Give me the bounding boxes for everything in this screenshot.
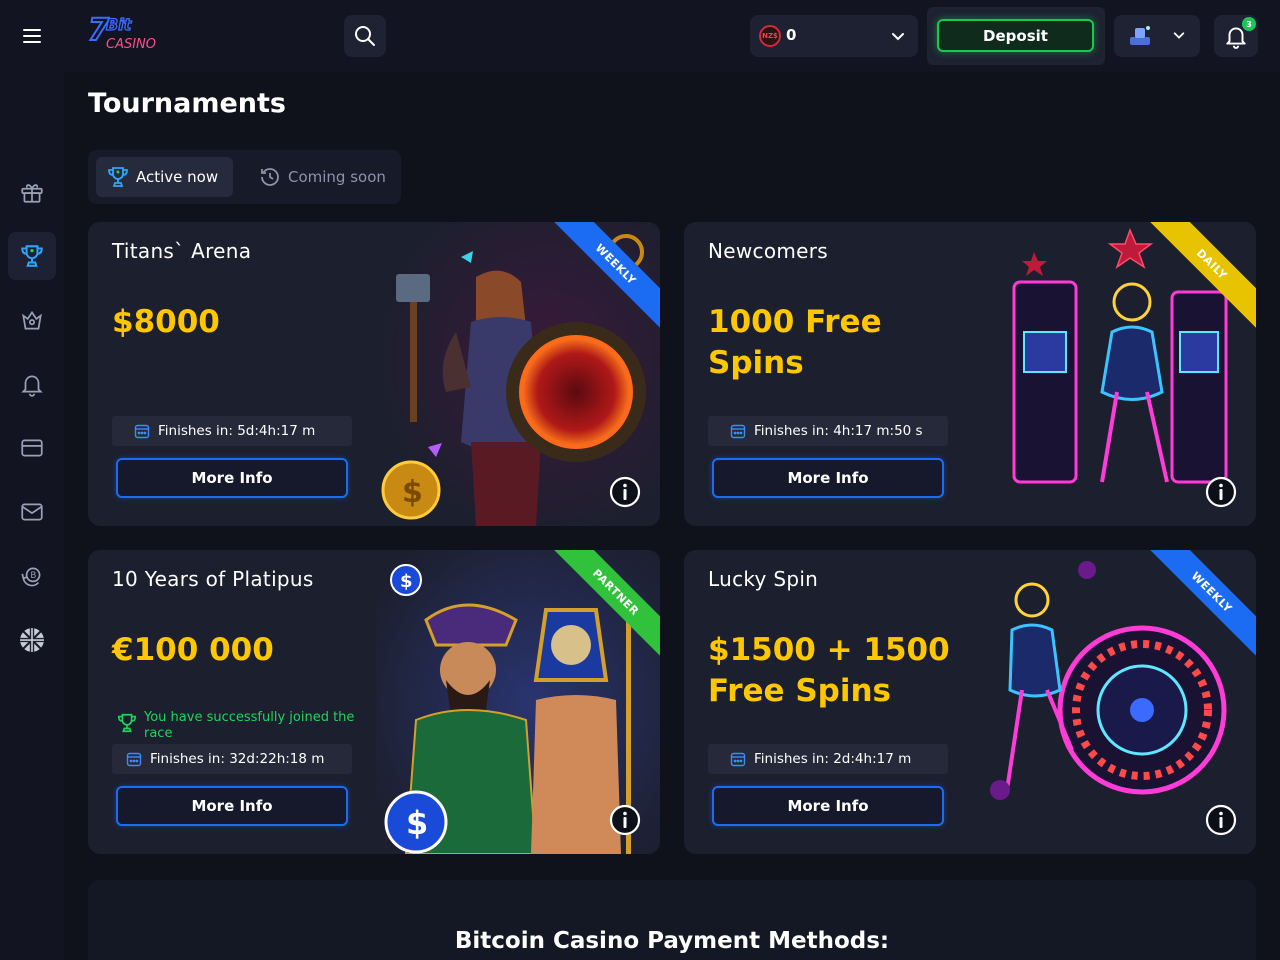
ribbon-weekly: WEEKLY xyxy=(550,222,660,332)
search-button[interactable] xyxy=(344,15,386,57)
finish-time: 4h:17 m:50 s xyxy=(833,423,923,439)
calendar-icon xyxy=(730,424,746,439)
sidebar: B xyxy=(0,72,64,960)
joined-text: You have successfully joined the race xyxy=(144,710,355,741)
casino-logo[interactable]: 7 Bit CASINO xyxy=(86,12,158,54)
menu-icon[interactable] xyxy=(18,22,46,50)
calendar-icon xyxy=(134,424,150,439)
finish-label: Finishes in: xyxy=(150,751,225,767)
ribbon-label: WEEKLY xyxy=(1146,550,1256,659)
tournament-card: $ WEEKLY Titans` Arena $8000 Finishes in… xyxy=(88,222,660,526)
section-title: Bitcoin Casino Payment Methods: xyxy=(454,928,890,954)
ribbon-partner: PARTNER xyxy=(550,550,660,660)
tab-label: Active now xyxy=(136,168,219,186)
page-title: Tournaments xyxy=(88,88,287,119)
finish-time: 32d:22h:18 m xyxy=(229,751,325,767)
search-icon xyxy=(355,26,375,46)
trophy-icon xyxy=(21,245,43,267)
bell-icon xyxy=(21,375,43,397)
trophy-icon xyxy=(117,713,137,733)
sidebar-item-notifications[interactable] xyxy=(8,360,56,408)
notification-badge: 3 xyxy=(1242,17,1256,31)
payment-methods-section: Bitcoin Casino Payment Methods: xyxy=(88,880,1256,960)
svg-text:B: B xyxy=(30,571,36,581)
calendar-icon xyxy=(730,752,746,767)
crown-icon xyxy=(22,310,42,330)
finish-timer: Finishes in: 4h:17 m:50 s xyxy=(708,416,948,446)
tournament-tabs: Active now Coming soon xyxy=(88,150,401,204)
joined-status: You have successfully joined the race xyxy=(116,710,356,742)
chevron-down-icon xyxy=(1173,32,1185,39)
finish-time: 5d:4h:17 m xyxy=(237,423,316,439)
sidebar-item-promotions[interactable] xyxy=(8,168,56,216)
top-bar: 7 Bit CASINO NZ$ 0 Deposit 3 xyxy=(0,0,1280,72)
language-flag-icon xyxy=(20,628,44,652)
card-icon xyxy=(21,439,43,457)
ribbon-daily: DAILY xyxy=(1146,222,1256,332)
bitcoin-exchange-icon: B xyxy=(21,567,41,587)
tournament-card: WEEKLY Lucky Spin $1500 + 1500 Free Spin… xyxy=(684,550,1256,854)
tournament-title: Newcomers xyxy=(708,239,828,263)
currency-badge: NZ$ xyxy=(759,25,781,47)
notifications-button[interactable]: 3 xyxy=(1214,15,1258,57)
balance-selector[interactable]: NZ$ 0 xyxy=(750,15,918,57)
ribbon-label: DAILY xyxy=(1146,222,1256,331)
sidebar-item-messages[interactable] xyxy=(8,488,56,536)
chevron-down-icon xyxy=(892,33,904,41)
tournament-prize: $1500 + 1500 Free Spins xyxy=(708,632,950,709)
ribbon-weekly: WEEKLY xyxy=(1146,550,1256,660)
tournament-prize: $8000 xyxy=(112,304,220,340)
svg-text:$: $ xyxy=(400,571,413,592)
finish-timer: Finishes in: 32d:22h:18 m xyxy=(112,744,352,774)
profile-menu[interactable] xyxy=(1114,15,1200,57)
info-icon[interactable] xyxy=(1205,476,1237,508)
ribbon-label: WEEKLY xyxy=(550,222,660,331)
info-icon[interactable] xyxy=(1205,804,1237,836)
finish-timer: Finishes in: 5d:4h:17 m xyxy=(112,416,352,446)
gift-icon xyxy=(21,184,43,203)
history-clock-icon xyxy=(261,168,279,186)
deposit-button[interactable]: Deposit xyxy=(937,19,1094,52)
tournament-prize: €100 000 xyxy=(112,632,274,668)
tournament-title: Titans` Arena xyxy=(112,239,252,263)
sidebar-item-tournaments[interactable] xyxy=(8,232,56,280)
finish-label: Finishes in: xyxy=(754,423,829,439)
sidebar-item-payments[interactable] xyxy=(8,424,56,472)
info-icon[interactable] xyxy=(609,476,641,508)
svg-text:$: $ xyxy=(406,804,428,842)
finish-label: Finishes in: xyxy=(158,423,233,439)
balance-amount: 0 xyxy=(786,26,797,44)
mail-icon xyxy=(21,503,43,521)
finish-time: 2d:4h:17 m xyxy=(833,751,912,767)
svg-text:CASINO: CASINO xyxy=(106,37,156,52)
sidebar-item-vip[interactable] xyxy=(8,296,56,344)
trophy-icon xyxy=(108,167,128,187)
svg-text:Bit: Bit xyxy=(106,15,133,34)
tournament-title: 10 Years of Platipus xyxy=(112,567,314,591)
ribbon-label: PARTNER xyxy=(550,550,660,659)
svg-text:$: $ xyxy=(402,475,423,510)
tab-coming-soon[interactable]: Coming soon xyxy=(248,157,398,197)
more-info-button[interactable]: More Info xyxy=(116,458,348,498)
tournament-card: $ $ PARTNER 10 Years of Platipus €100 00… xyxy=(88,550,660,854)
calendar-icon xyxy=(126,752,142,767)
tab-active-now[interactable]: Active now xyxy=(96,157,233,197)
finish-label: Finishes in: xyxy=(754,751,829,767)
info-icon[interactable] xyxy=(609,804,641,836)
finish-timer: Finishes in: 2d:4h:17 m xyxy=(708,744,948,774)
avatar-icon xyxy=(1130,26,1150,45)
sidebar-item-language[interactable] xyxy=(8,616,56,664)
tournament-title: Lucky Spin xyxy=(708,567,819,591)
sidebar-item-exchange[interactable]: B xyxy=(8,552,56,600)
tournament-prize: 1000 Free Spins xyxy=(708,304,882,381)
more-info-button[interactable]: More Info xyxy=(712,786,944,826)
more-info-button[interactable]: More Info xyxy=(116,786,348,826)
deposit-container: Deposit xyxy=(927,7,1105,65)
tab-label: Coming soon xyxy=(288,168,386,186)
tournament-card: DAILY Newcomers 1000 Free Spins Finishes… xyxy=(684,222,1256,526)
more-info-button[interactable]: More Info xyxy=(712,458,944,498)
